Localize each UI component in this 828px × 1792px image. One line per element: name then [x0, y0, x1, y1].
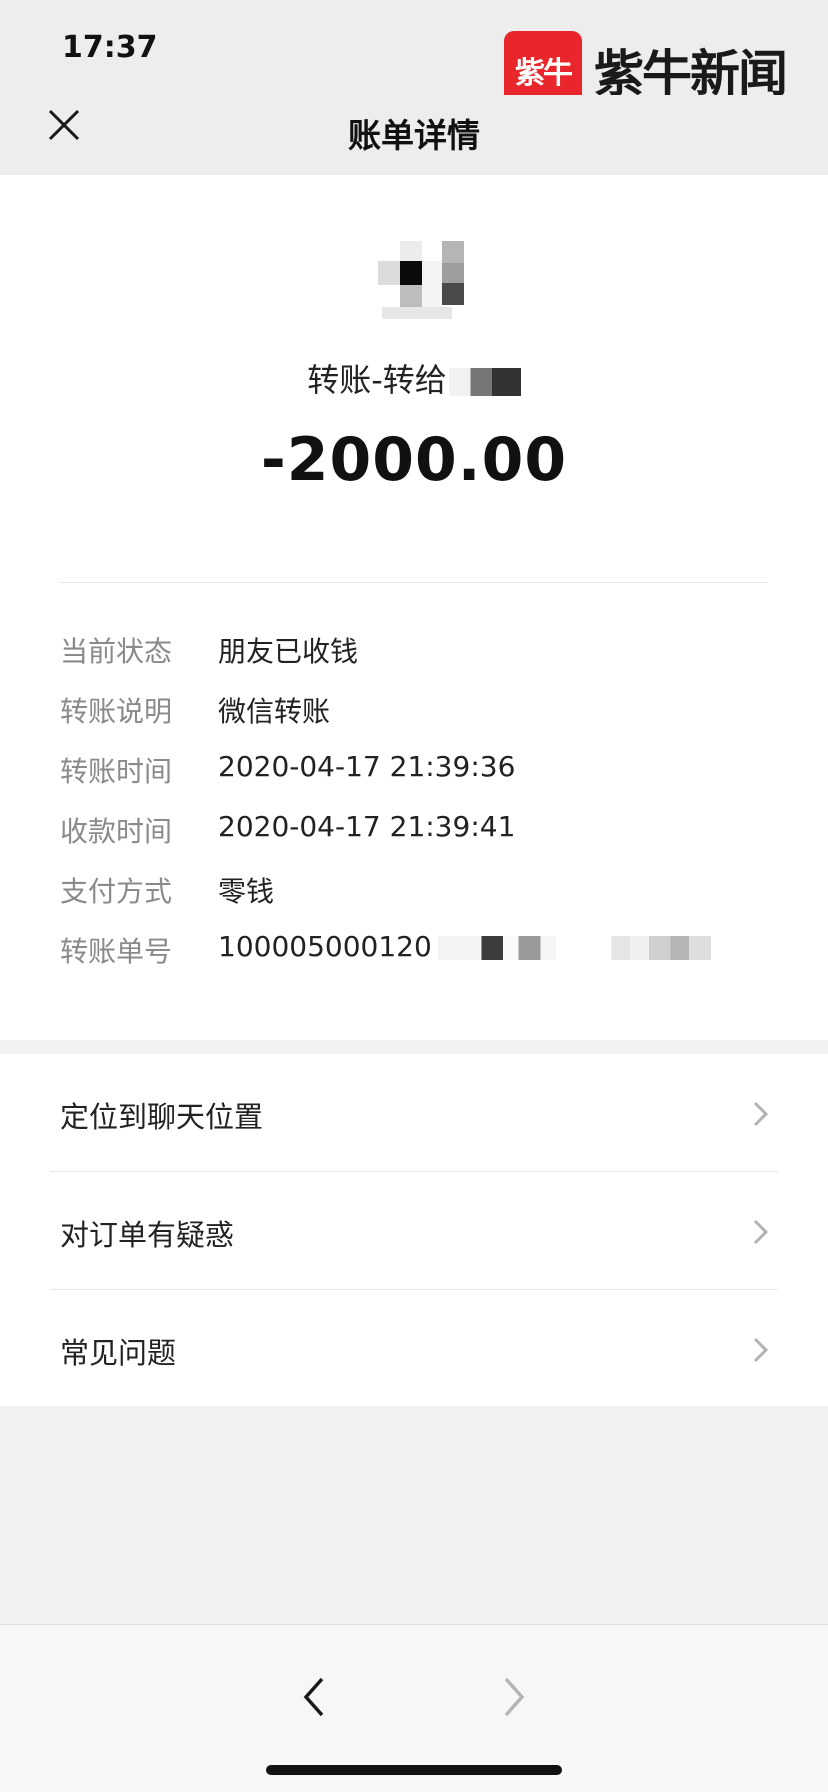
section-gap [0, 1040, 828, 1054]
redacted-order-number [437, 936, 748, 960]
redacted-name [448, 368, 521, 396]
home-indicator[interactable] [266, 1765, 562, 1775]
bill-detail-card: 转账-转给 -2000.00 当前状态 朋友已收钱 转账说明 微信转账 转账时间… [0, 175, 828, 1040]
detail-row-transfer-time: 转账时间 2020-04-17 21:39:36 [60, 750, 768, 790]
transaction-title-text: 转账-转给 [307, 361, 447, 399]
detail-label: 当前状态 [60, 635, 173, 668]
page-title: 账单详情 [348, 116, 480, 155]
detail-value: 2020-04-17 21:39:41 [218, 810, 516, 843]
detail-row-status: 当前状态 朋友已收钱 [60, 630, 768, 670]
faq-item[interactable]: 常见问题 [0, 1290, 828, 1408]
chevron-right-icon [753, 1337, 769, 1363]
back-button[interactable] [296, 1675, 332, 1719]
detail-row-order-number: 转账单号 100005000120 [60, 930, 768, 970]
transaction-title: 转账-转给 [0, 355, 828, 401]
action-list: 定位到聊天位置 对订单有疑惑 常见问题 [0, 1054, 828, 1406]
chevron-right-icon [753, 1101, 769, 1127]
browser-bottom-bar [0, 1624, 828, 1792]
detail-label: 支付方式 [60, 875, 173, 908]
action-label: 定位到聊天位置 [60, 1100, 264, 1134]
detail-row-note: 转账说明 微信转账 [60, 690, 768, 730]
detail-value: 微信转账 [218, 695, 331, 728]
chevron-left-icon [303, 1677, 324, 1717]
detail-value: 朋友已收钱 [218, 635, 359, 668]
status-time: 17:37 [62, 30, 158, 65]
transaction-amount: -2000.00 [260, 425, 568, 495]
forward-button[interactable] [496, 1675, 532, 1719]
detail-value: 2020-04-17 21:39:36 [218, 750, 516, 783]
detail-row-receive-time: 收款时间 2020-04-17 21:39:41 [60, 810, 768, 850]
status-bar: 17:37 紫牛 紫牛新闻 [0, 0, 828, 109]
detail-label: 转账时间 [60, 755, 173, 788]
detail-value: 零钱 [218, 875, 275, 908]
detail-label: 转账说明 [60, 695, 173, 728]
nav-bar: 账单详情 [0, 95, 828, 175]
chevron-right-icon [504, 1677, 525, 1717]
order-question-item[interactable]: 对订单有疑惑 [0, 1172, 828, 1290]
detail-label: 转账单号 [60, 935, 173, 968]
order-number-text: 100005000120 [218, 930, 432, 963]
divider [60, 582, 768, 583]
detail-label: 收款时间 [60, 815, 173, 848]
action-label: 对订单有疑惑 [60, 1218, 235, 1252]
chevron-right-icon [753, 1219, 769, 1245]
action-label: 常见问题 [60, 1336, 177, 1370]
locate-chat-item[interactable]: 定位到聊天位置 [0, 1054, 828, 1172]
detail-value: 100005000120 [218, 930, 748, 963]
detail-row-payment-method: 支付方式 零钱 [60, 870, 768, 910]
avatar [378, 241, 464, 327]
